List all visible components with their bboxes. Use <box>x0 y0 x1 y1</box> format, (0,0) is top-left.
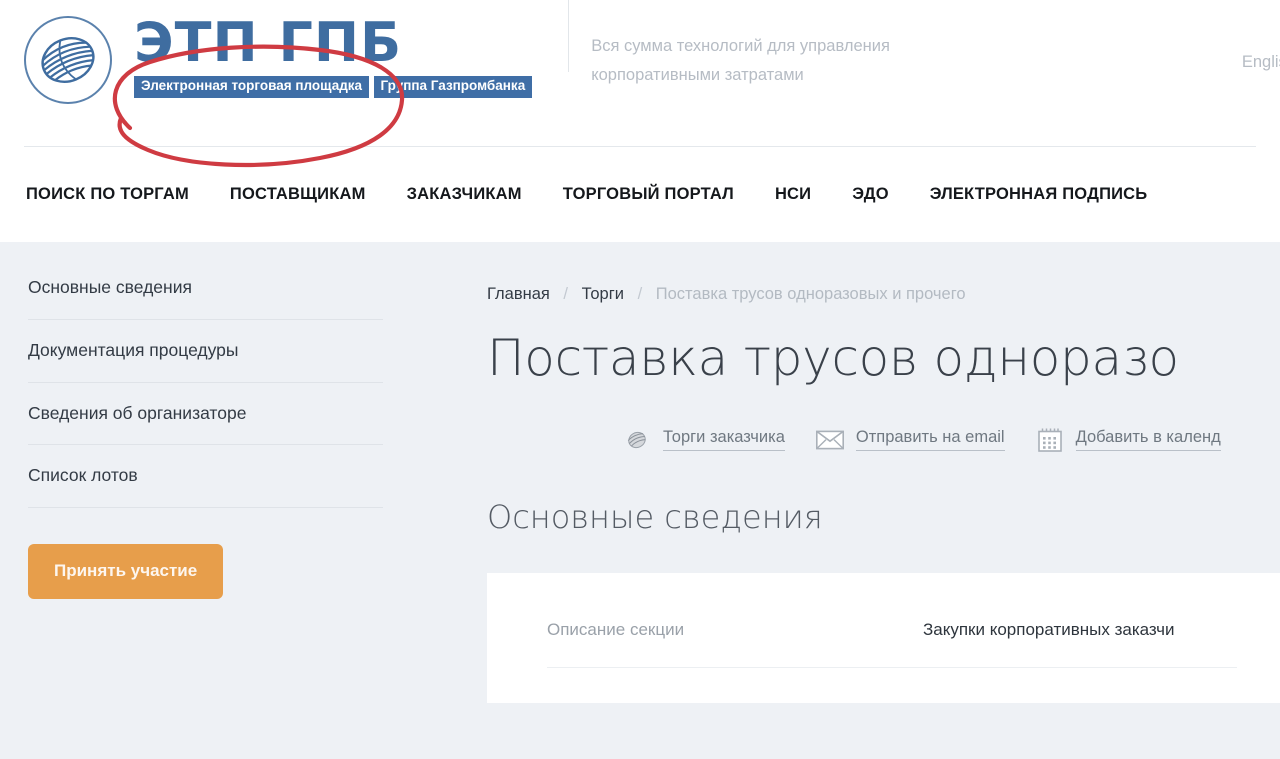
brand-logo[interactable]: ЭТП ГПБ Электронная торговая площадка Гр… <box>24 0 532 104</box>
nav-item-postavshchikam[interactable]: ПОСТАВЩИКАМ <box>230 185 366 204</box>
breadcrumb-current: Поставка трусов одноразовых и прочего <box>656 285 966 303</box>
nav-item-zakazchikam[interactable]: ЗАКАЗЧИКАМ <box>407 185 522 204</box>
main-info-card: Описание секции Закупки корпоративных за… <box>487 573 1280 703</box>
header-top-bar: ЭТП ГПБ Электронная торговая площадка Гр… <box>0 0 1280 146</box>
action-customer-tenders[interactable]: Торги заказчика <box>622 427 785 453</box>
breadcrumb-separator-1: / <box>563 285 568 303</box>
breadcrumb-section[interactable]: Торги <box>582 285 624 303</box>
main-navigation: ПОИСК ПО ТОРГАМ ПОСТАВЩИКАМ ЗАКАЗЧИКАМ Т… <box>0 146 1280 242</box>
breadcrumb-home[interactable]: Главная <box>487 285 550 303</box>
header-tagline: Вся сумма технологий для управления корп… <box>568 0 890 72</box>
field-row-section-description: Описание секции Закупки корпоративных за… <box>547 619 1237 668</box>
brand-title: ЭТП ГПБ <box>134 16 532 70</box>
calendar-icon <box>1035 427 1065 453</box>
procedure-main: Главная / Торги / Поставка трусов однора… <box>487 242 1280 703</box>
globe-sphere-icon <box>622 427 652 453</box>
tagline-line-1: Вся сумма технологий для управления <box>591 32 890 61</box>
breadcrumb-separator-2: / <box>638 285 643 303</box>
nav-item-edo[interactable]: ЭДО <box>852 185 889 204</box>
nav-item-poisk-po-torgam[interactable]: ПОИСК ПО ТОРГАМ <box>26 185 189 204</box>
nav-item-elektronnaya-podpis[interactable]: ЭЛЕКТРОННАЯ ПОДПИСЬ <box>930 185 1148 204</box>
sidebar-item-svedeniya-organizator[interactable]: Сведения об организаторе <box>28 382 383 445</box>
sidebar-item-dokumentatsiya[interactable]: Документация процедуры <box>28 319 383 382</box>
action-label-send-email: Отправить на email <box>856 428 1005 451</box>
action-send-email[interactable]: Отправить на email <box>815 427 1005 453</box>
breadcrumb: Главная / Торги / Поставка трусов однора… <box>487 286 1280 303</box>
language-switch-link[interactable]: English ve <box>1242 53 1280 72</box>
action-label-customer-tenders: Торги заказчика <box>663 428 785 451</box>
site-header: ЭТП ГПБ Электронная торговая площадка Гр… <box>0 0 1280 242</box>
action-label-add-to-calendar: Добавить в календ <box>1076 428 1221 451</box>
participate-button[interactable]: Принять участие <box>28 544 223 599</box>
brand-subtitle-group: Группа Газпромбанка <box>374 76 533 98</box>
field-label-section-description: Описание секции <box>547 619 923 641</box>
brand-text-block: ЭТП ГПБ Электронная торговая площадка Гр… <box>134 14 532 98</box>
envelope-icon <box>815 427 845 453</box>
section-heading-main-info: Основные сведения <box>487 500 1280 535</box>
procedure-sidebar: Основные сведения Документация процедуры… <box>0 242 420 599</box>
page-body: Основные сведения Документация процедуры… <box>0 242 1280 759</box>
sidebar-list: Основные сведения Документация процедуры… <box>28 256 383 508</box>
field-value-section-description: Закупки корпоративных заказчи <box>923 619 1175 641</box>
tagline-line-2: корпоративными затратами <box>591 61 890 90</box>
nav-item-nsi[interactable]: НСИ <box>775 185 811 204</box>
globe-sphere-icon <box>24 16 112 104</box>
action-add-to-calendar[interactable]: Добавить в календ <box>1035 427 1221 453</box>
page-title: Поставка трусов одноразо <box>487 331 1280 386</box>
brand-subtitle-platform: Электронная торговая площадка <box>134 76 369 98</box>
sidebar-item-spisok-lotov[interactable]: Список лотов <box>28 444 383 508</box>
procedure-actions: Торги заказчика Отправить на email <box>622 427 1280 453</box>
nav-item-torgovyy-portal[interactable]: ТОРГОВЫЙ ПОРТАЛ <box>563 185 734 204</box>
sidebar-item-osnovnye-svedeniya[interactable]: Основные сведения <box>28 256 383 319</box>
